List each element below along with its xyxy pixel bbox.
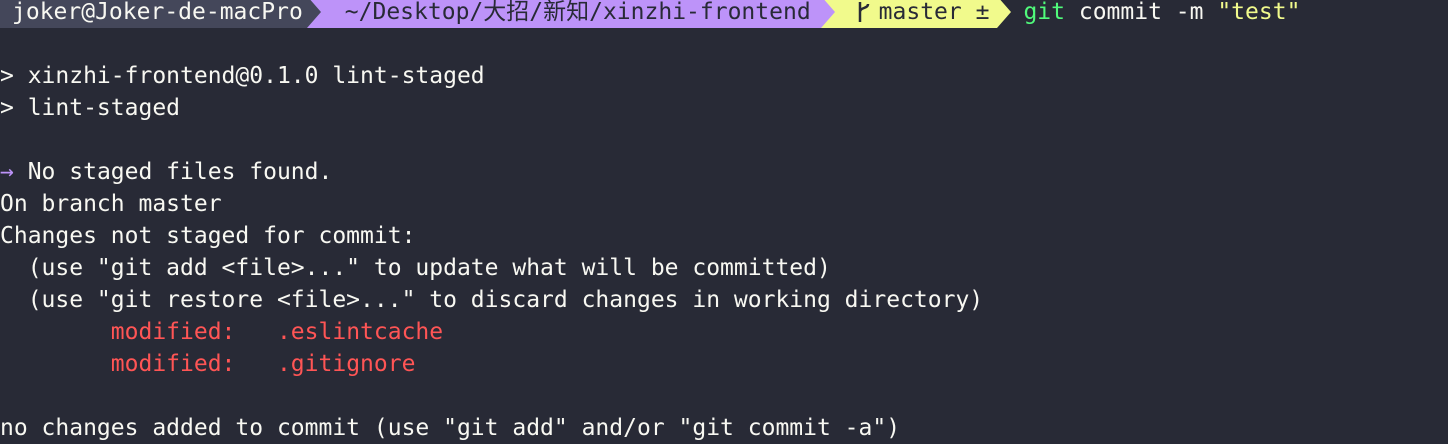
modified-file-line: modified: .eslintcache — [0, 316, 443, 348]
file-name: .gitignore — [276, 351, 416, 377]
output-line: no changes added to commit (use "git add… — [0, 415, 901, 441]
prompt-line: joker@Joker-de-macPro ~/Desktop/大招/新知/xi… — [0, 0, 1300, 28]
terminal-window[interactable]: joker@Joker-de-macPro ~/Desktop/大招/新知/xi… — [0, 0, 1448, 444]
output-line: (use "git restore <file>..." to discard … — [0, 287, 984, 313]
command-git: git — [1023, 0, 1065, 25]
powerline-separator-icon — [820, 0, 835, 28]
prompt-user-host: joker@Joker-de-macPro — [0, 0, 307, 28]
prompt-git-branch: master ± — [834, 0, 998, 28]
command-args: commit -m — [1065, 0, 1218, 25]
output-text: No staged files found. — [13, 159, 333, 185]
command-message: "test" — [1217, 0, 1301, 25]
modified-file-line: modified: .gitignore — [0, 348, 416, 380]
output-line: (use "git add <file>..." to update what … — [0, 255, 831, 281]
git-branch-icon — [858, 2, 869, 22]
output-line: Changes not staged for commit: — [0, 223, 416, 249]
branch-name: master ± — [878, 0, 990, 25]
file-status: modified: — [110, 319, 236, 345]
output-line: On branch master — [0, 191, 222, 217]
file-status: modified: — [110, 351, 236, 377]
output-line: → No staged files found. — [0, 156, 332, 188]
arrow-icon: → — [0, 159, 14, 185]
output-line: > xinzhi-frontend@0.1.0 lint-staged — [0, 63, 485, 89]
prompt-path: ~/Desktop/大招/新知/xinzhi-frontend — [320, 0, 821, 28]
powerline-separator-icon — [306, 0, 321, 28]
powerline-separator-icon — [997, 0, 1012, 28]
command-input[interactable]: git commit -m "test" — [1011, 0, 1300, 28]
output-line: > lint-staged — [0, 95, 181, 121]
file-name: .eslintcache — [276, 319, 444, 345]
